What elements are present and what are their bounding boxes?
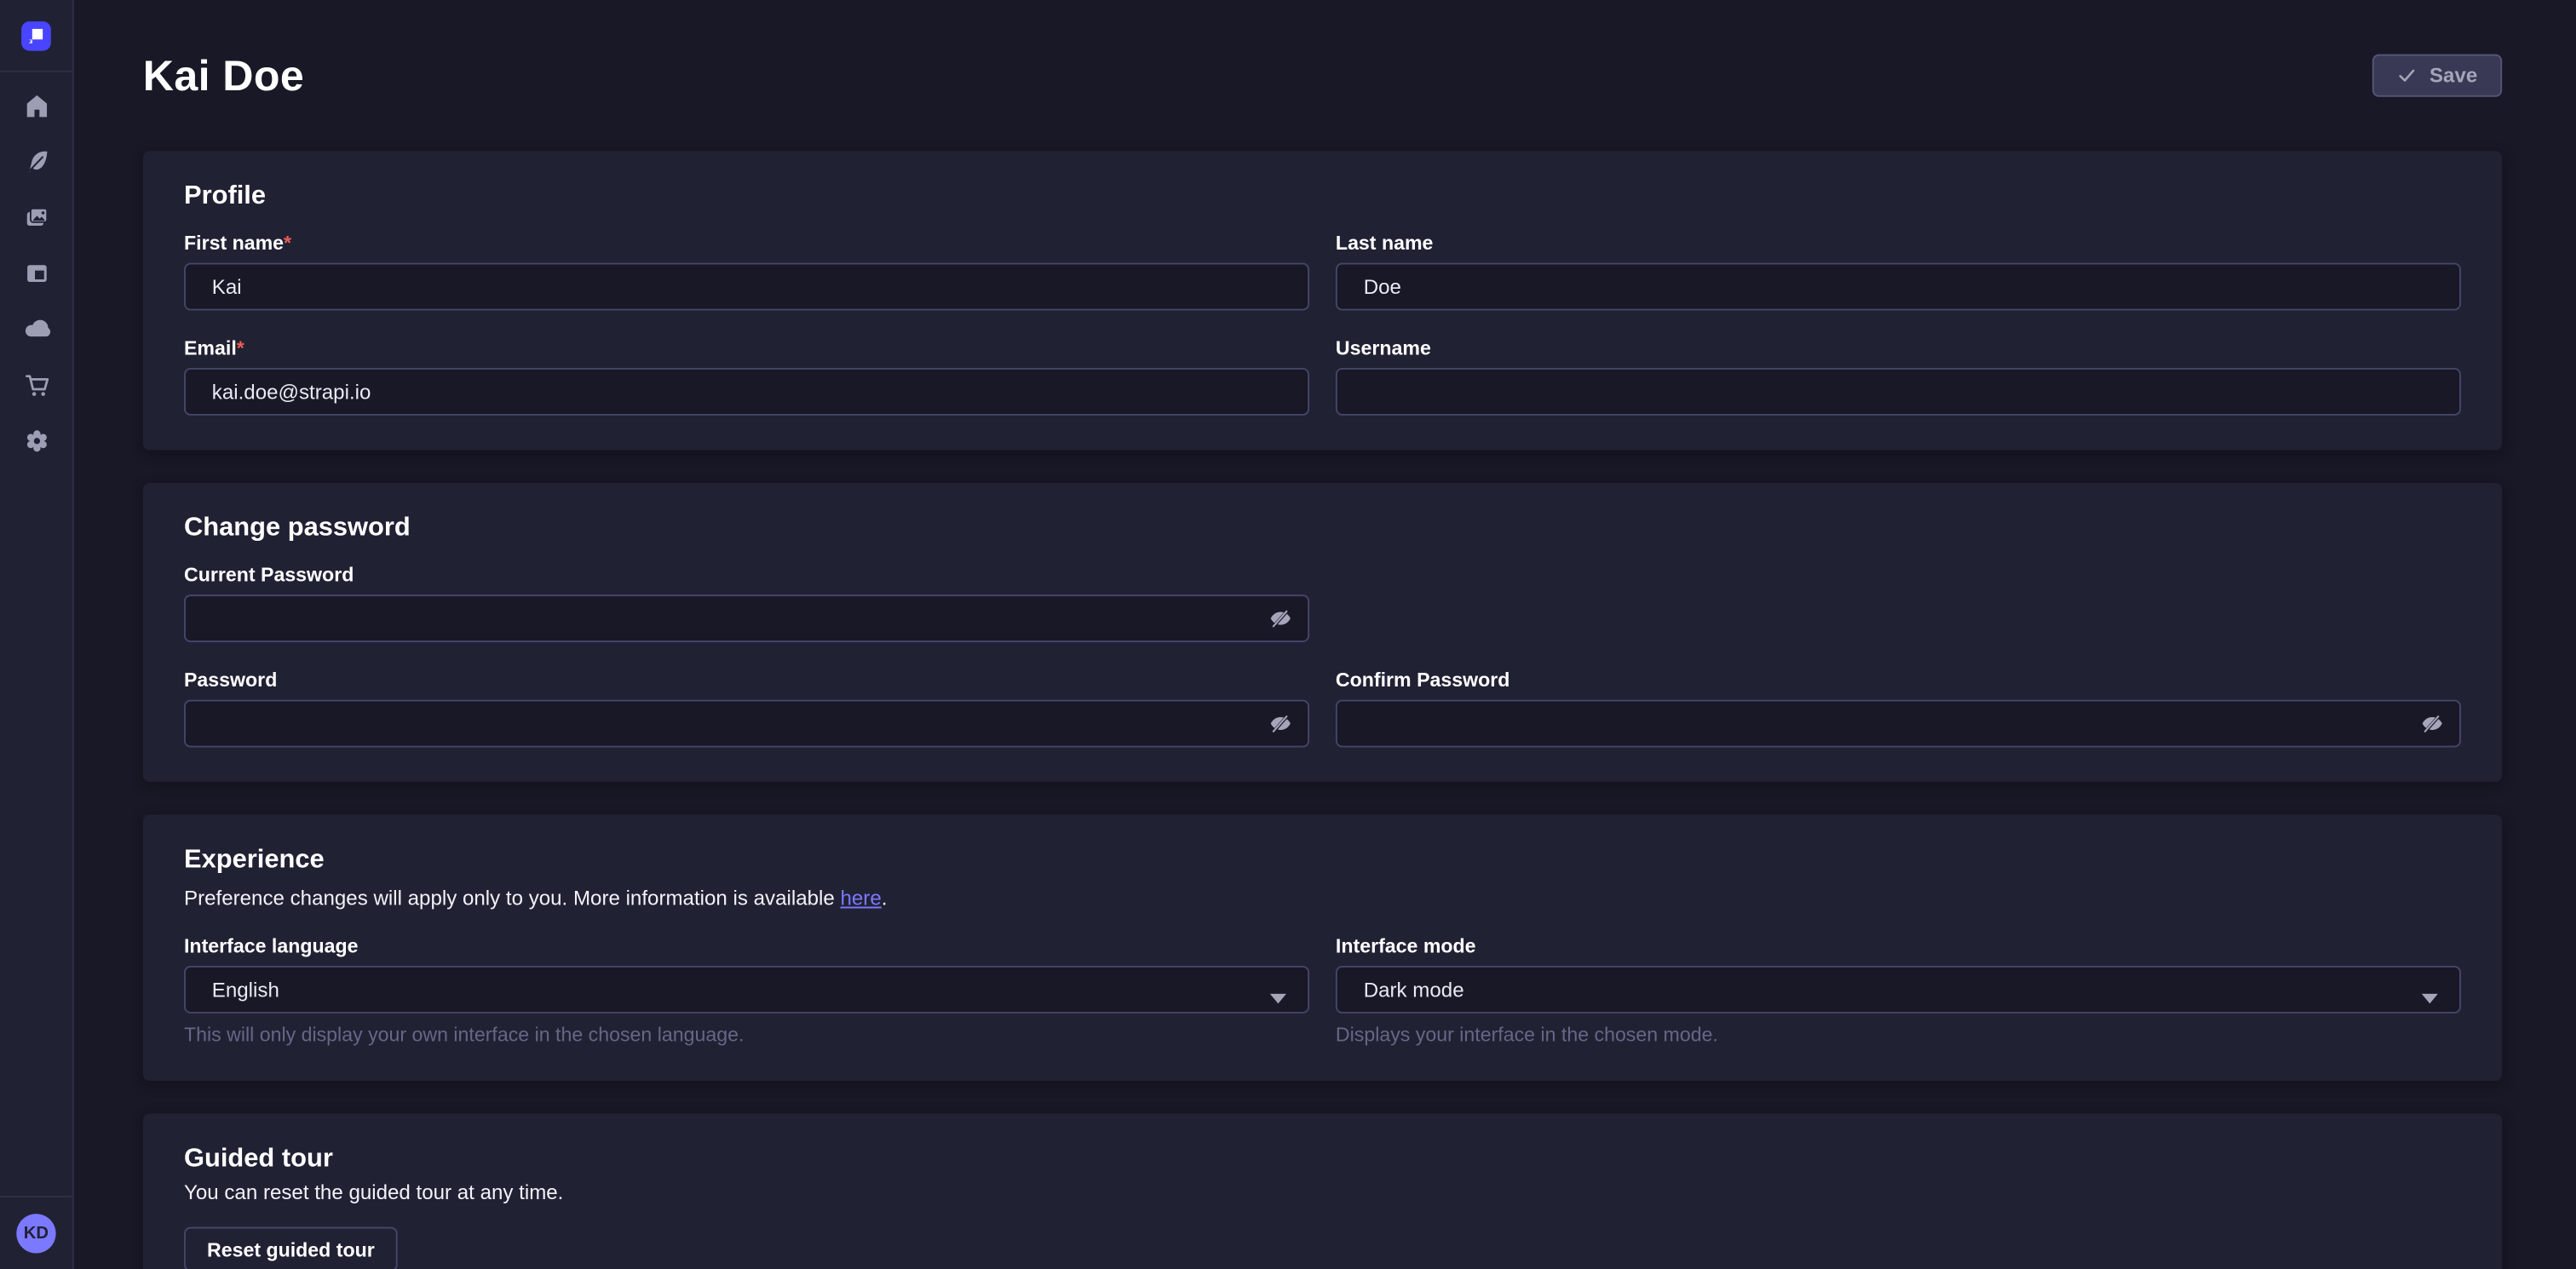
last-name-field-group: Last name [1336, 233, 2461, 311]
confirm-password-input[interactable] [1336, 700, 2461, 748]
chevron-down-icon [1270, 985, 1286, 1008]
interface-mode-select[interactable]: Dark mode [1336, 966, 2461, 1013]
experience-description: Preference changes will apply only to yo… [184, 885, 2461, 911]
cloud-icon [21, 313, 51, 343]
username-field-group: Username [1336, 338, 2461, 416]
guided-tour-description: You can reset the guided tour at any tim… [184, 1181, 2461, 1206]
first-name-field-group: First name* [184, 233, 1309, 311]
confirm-password-field-group: Confirm Password [1336, 670, 2461, 748]
sidebar-footer: KD [0, 1196, 72, 1269]
sidebar-nav [0, 72, 72, 463]
reset-guided-tour-button[interactable]: Reset guided tour [184, 1227, 398, 1269]
interface-mode-hint: Displays your interface in the chosen mo… [1336, 1023, 2461, 1046]
required-asterisk: * [284, 232, 291, 255]
feather-icon [22, 147, 50, 175]
workspace-logo-button[interactable] [0, 0, 72, 72]
sidebar-item-marketplace[interactable] [13, 361, 59, 407]
chevron-down-icon [2422, 985, 2438, 1008]
sidebar-item-home[interactable] [13, 82, 59, 128]
toggle-password-visibility-button[interactable] [1252, 701, 1308, 745]
experience-heading: Experience [184, 846, 2461, 876]
profile-card: Profile First name* Last name [143, 151, 2502, 450]
sidebar-item-settings[interactable] [13, 417, 59, 463]
first-name-input[interactable] [184, 263, 1309, 311]
username-label: Username [1336, 338, 2461, 359]
avatar[interactable]: KD [16, 1214, 55, 1253]
grid-spacer [1336, 565, 2461, 642]
strapi-admin-app: KD Kai Doe Save Profile First na [0, 0, 2576, 1269]
interface-language-hint: This will only display your own interfac… [184, 1023, 1309, 1046]
interface-mode-field-group: Interface mode Dark mode Displays your i… [1336, 936, 2461, 1046]
password-label: Password [184, 670, 1309, 692]
content: Profile First name* Last name [72, 151, 2576, 1269]
layout-icon [22, 259, 50, 287]
change-password-heading: Change password [184, 514, 2461, 544]
experience-card: Experience Preference changes will apply… [143, 815, 2502, 1081]
email-field-group: Email* [184, 338, 1309, 416]
save-button[interactable]: Save [2372, 55, 2502, 97]
last-name-label: Last name [1336, 233, 2461, 255]
toggle-confirm-password-visibility-button[interactable] [2403, 701, 2459, 745]
password-input[interactable] [184, 700, 1309, 748]
profile-heading: Profile [184, 182, 2461, 212]
sidebar: KD [0, 0, 74, 1269]
new-password-field-group: Password [184, 670, 1309, 748]
eye-off-icon [2419, 711, 2444, 736]
interface-language-label: Interface language [184, 936, 1309, 957]
gear-icon [22, 426, 50, 454]
eye-off-icon [1268, 711, 1292, 736]
current-password-input[interactable] [184, 594, 1309, 642]
save-button-label: Save [2429, 64, 2477, 87]
interface-language-select[interactable]: English [184, 966, 1309, 1013]
confirm-password-label: Confirm Password [1336, 670, 2461, 692]
page-header: Kai Doe Save [72, 0, 2576, 100]
sidebar-item-content-type-builder[interactable] [13, 250, 59, 296]
change-password-card: Change password Current Password [143, 483, 2502, 782]
toggle-current-password-visibility-button[interactable] [1252, 596, 1308, 640]
interface-language-value: English [212, 978, 279, 1001]
current-password-field-group: Current Password [184, 565, 1309, 642]
page-title: Kai Doe [143, 51, 304, 100]
email-input[interactable] [184, 368, 1309, 416]
more-information-link[interactable]: here [840, 887, 881, 910]
strapi-logo-icon [21, 20, 51, 50]
interface-mode-value: Dark mode [1364, 978, 1464, 1001]
cart-icon [22, 370, 50, 399]
interface-language-field-group: Interface language English This will onl… [184, 936, 1309, 1046]
username-input[interactable] [1336, 368, 2461, 416]
sidebar-item-cloud[interactable] [13, 306, 59, 352]
current-password-label: Current Password [184, 565, 1309, 586]
home-icon [22, 91, 50, 119]
images-icon [22, 203, 50, 231]
check-icon [2396, 66, 2416, 85]
last-name-input[interactable] [1336, 263, 2461, 311]
interface-mode-label: Interface mode [1336, 936, 2461, 957]
required-asterisk: * [237, 336, 244, 359]
sidebar-item-content-manager[interactable] [13, 138, 59, 184]
eye-off-icon [1268, 606, 1292, 631]
guided-tour-card: Guided tour You can reset the guided tou… [143, 1114, 2502, 1269]
first-name-label: First name* [184, 233, 1309, 255]
main-area: Kai Doe Save Profile First name* [72, 0, 2576, 1269]
sidebar-item-media-library[interactable] [13, 194, 59, 240]
email-label: Email* [184, 338, 1309, 359]
guided-tour-heading: Guided tour [184, 1145, 2461, 1174]
